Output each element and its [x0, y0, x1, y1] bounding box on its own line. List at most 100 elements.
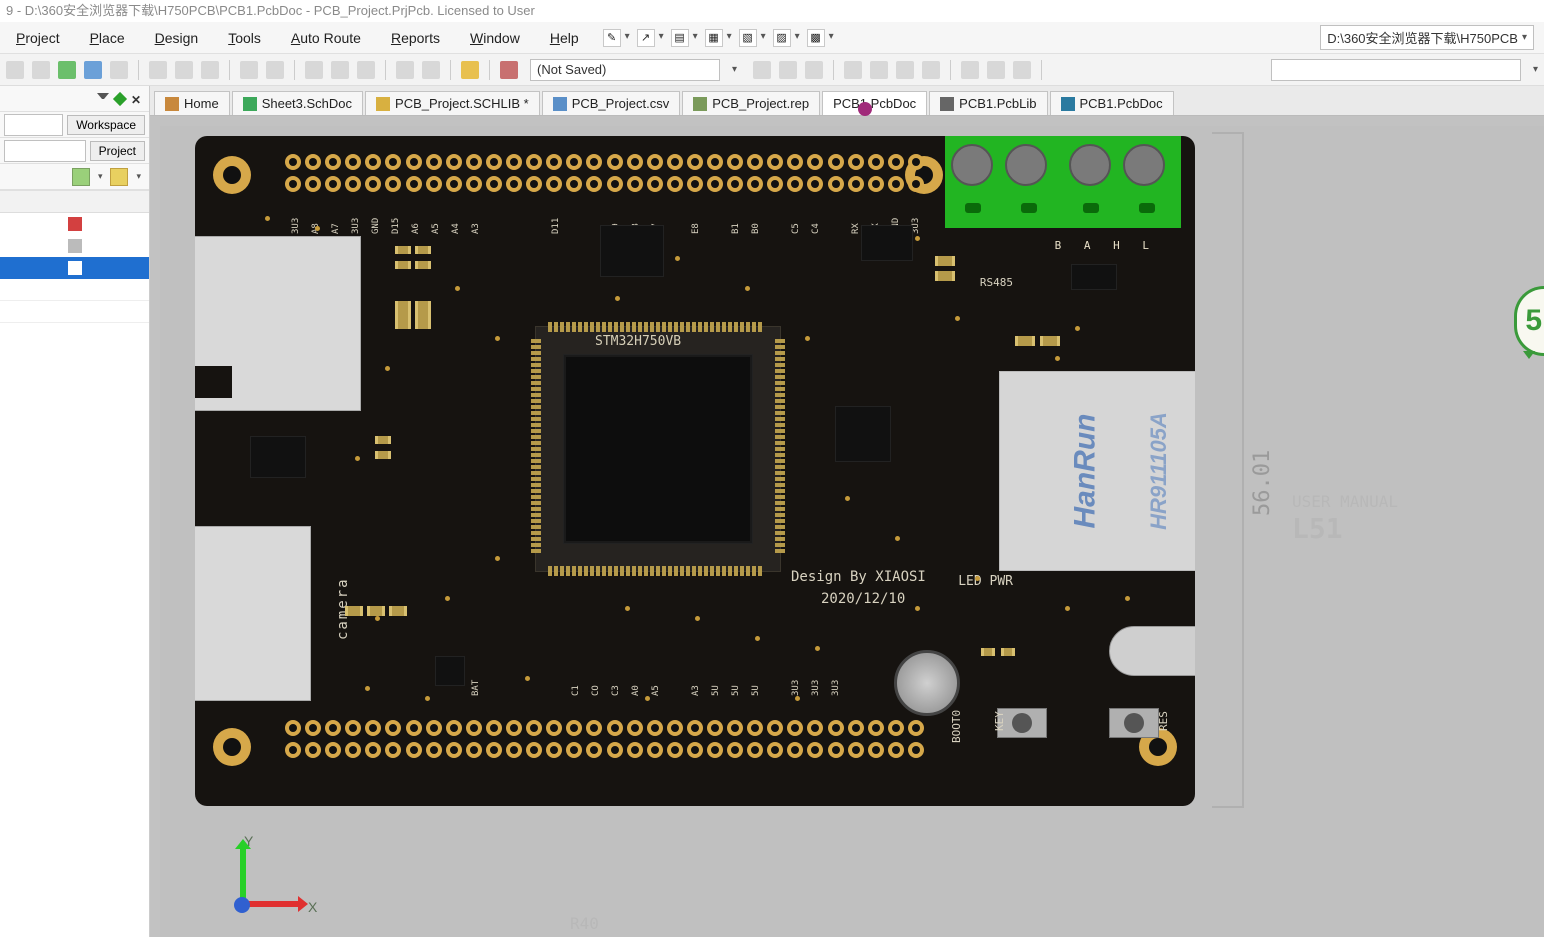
cross-icon[interactable] — [305, 61, 323, 79]
list-item[interactable] — [0, 235, 149, 257]
ic — [250, 436, 306, 478]
doc-icon[interactable]: ▧ — [739, 29, 757, 47]
menu-project[interactable]: PProjectroject — [10, 26, 66, 50]
tool-d-icon[interactable] — [844, 61, 862, 79]
smd — [1040, 336, 1060, 346]
smd — [345, 606, 363, 616]
select-icon[interactable] — [240, 61, 258, 79]
collapse-icon[interactable] — [97, 93, 109, 105]
tab-pcbdoc-active[interactable]: PCB1.PcbDoc — [822, 91, 927, 115]
tool-b-icon[interactable] — [779, 61, 797, 79]
tool-c-icon[interactable] — [805, 61, 823, 79]
green-cube-icon[interactable] — [72, 168, 90, 186]
mcu-pins — [547, 566, 769, 576]
list-item[interactable] — [0, 279, 149, 301]
menu-design[interactable]: DesignDesign — [149, 26, 205, 50]
separator — [138, 60, 139, 80]
board-area: 3U3A8A73U3GNDD15A6A5A4A3D11D9D8E7E8B1B0C… — [160, 126, 1544, 937]
side-note-bot: L51 — [1292, 512, 1343, 545]
tab-rep[interactable]: PCB_Project.rep — [682, 91, 820, 115]
arrow-icon[interactable]: ↗ — [637, 29, 655, 47]
toolbar-btn-1[interactable] — [6, 61, 24, 79]
menu-place[interactable]: PlacePlace — [84, 26, 131, 50]
workspace-dropdown[interactable] — [4, 114, 63, 136]
tab-schlib[interactable]: PCB_Project.SCHLIB * — [365, 91, 540, 115]
project-button[interactable]: Project — [90, 141, 145, 161]
chevron-down-icon[interactable]: ▾ — [732, 64, 737, 75]
list-header — [0, 191, 149, 213]
tool-f-icon[interactable] — [896, 61, 914, 79]
menu-autoroute[interactable]: Auto RouteAuto Route — [285, 26, 367, 50]
toolbar-btn-3[interactable] — [58, 61, 76, 79]
tab-csv[interactable]: PCB_Project.csv — [542, 91, 681, 115]
menu-tools[interactable]: ToolsTools — [222, 26, 267, 50]
key-label: KEY — [993, 711, 1006, 731]
project-dropdown[interactable] — [4, 140, 86, 162]
list-item[interactable] — [0, 301, 149, 323]
pencil-icon[interactable]: ✎ — [603, 29, 621, 47]
toolbar-btn-2[interactable] — [32, 61, 50, 79]
list-item[interactable] — [0, 213, 149, 235]
file-icon — [68, 217, 82, 231]
menu-reports[interactable]: ReportsReports — [385, 26, 446, 50]
path-box[interactable]: D:\360安全浏览器下载\H750PCB ▾ — [1320, 25, 1534, 50]
menu-help[interactable]: HelpHelp — [544, 26, 585, 50]
text-icon[interactable] — [987, 61, 1005, 79]
axis-origin — [234, 897, 250, 913]
copy-icon[interactable] — [175, 61, 193, 79]
grid-icon[interactable]: ▩ — [807, 29, 825, 47]
ledpwr-label: LED PWR — [958, 574, 1013, 589]
chevron-down-icon[interactable]: ▾ — [136, 171, 141, 182]
tool-e-icon[interactable] — [870, 61, 888, 79]
project-row: Project — [0, 138, 149, 164]
workspace-button[interactable]: Workspace — [67, 115, 145, 135]
path-text: D:\360安全浏览器下载\H750PCB — [1327, 28, 1518, 47]
tab-home[interactable]: Home — [154, 91, 230, 115]
smd — [375, 451, 391, 459]
zoom-icon[interactable] — [357, 61, 375, 79]
chevron-down-icon[interactable]: ▾ — [1522, 32, 1527, 43]
res-button — [1109, 708, 1159, 738]
saved-state-dropdown[interactable]: (Not Saved) — [530, 59, 720, 81]
separator — [489, 60, 490, 80]
redo-icon[interactable] — [422, 61, 440, 79]
smd — [367, 606, 385, 616]
side-panel: ✕ Workspace Project ▾ ▾ — [0, 86, 150, 937]
schematic-icon — [243, 97, 257, 111]
close-icon[interactable]: ✕ — [131, 93, 143, 105]
pin-header-bottom — [285, 742, 925, 758]
tool-g-icon[interactable] — [922, 61, 940, 79]
smd — [935, 271, 955, 281]
pin-icon[interactable] — [113, 91, 127, 105]
yellow-cube-icon[interactable] — [110, 168, 128, 186]
fill-icon[interactable] — [1013, 61, 1031, 79]
undo-icon[interactable] — [396, 61, 414, 79]
tab-sheet3[interactable]: Sheet3.SchDoc — [232, 91, 363, 115]
terminal-labels: B A H L — [1055, 239, 1157, 252]
list-item-selected[interactable] — [0, 257, 149, 279]
sparkle-icon[interactable] — [331, 61, 349, 79]
palette-icon[interactable]: ▨ — [773, 29, 791, 47]
menu-window[interactable]: WindowWindow — [464, 26, 526, 50]
separator — [294, 60, 295, 80]
pcb-3d-viewport[interactable]: 3U3A8A73U3GNDD15A6A5A4A3D11D9D8E7E8B1B0C… — [150, 116, 1544, 937]
smd — [395, 301, 411, 329]
cube-icon[interactable]: ▦ — [705, 29, 723, 47]
empty-dropdown[interactable] — [1271, 59, 1521, 81]
tab-pcbdoc2[interactable]: PCB1.PcbDoc — [1050, 91, 1174, 115]
toolbar-btn-4[interactable] — [84, 61, 102, 79]
stack-icon[interactable]: ▤ — [671, 29, 689, 47]
chevron-down-icon[interactable]: ▾ — [1533, 64, 1538, 75]
magnifier-icon[interactable] — [500, 61, 518, 79]
tool-a-icon[interactable] — [753, 61, 771, 79]
chevron-down-icon[interactable]: ▾ — [98, 171, 103, 182]
smd — [415, 261, 431, 269]
ethernet-brand: HanRun — [1069, 414, 1103, 529]
paste-icon[interactable] — [201, 61, 219, 79]
line-icon[interactable] — [961, 61, 979, 79]
toolbar-btn-5[interactable] — [110, 61, 128, 79]
marquee-icon[interactable] — [266, 61, 284, 79]
brush-icon[interactable] — [461, 61, 479, 79]
cut-icon[interactable] — [149, 61, 167, 79]
tab-pcblib[interactable]: PCB1.PcbLib — [929, 91, 1047, 115]
